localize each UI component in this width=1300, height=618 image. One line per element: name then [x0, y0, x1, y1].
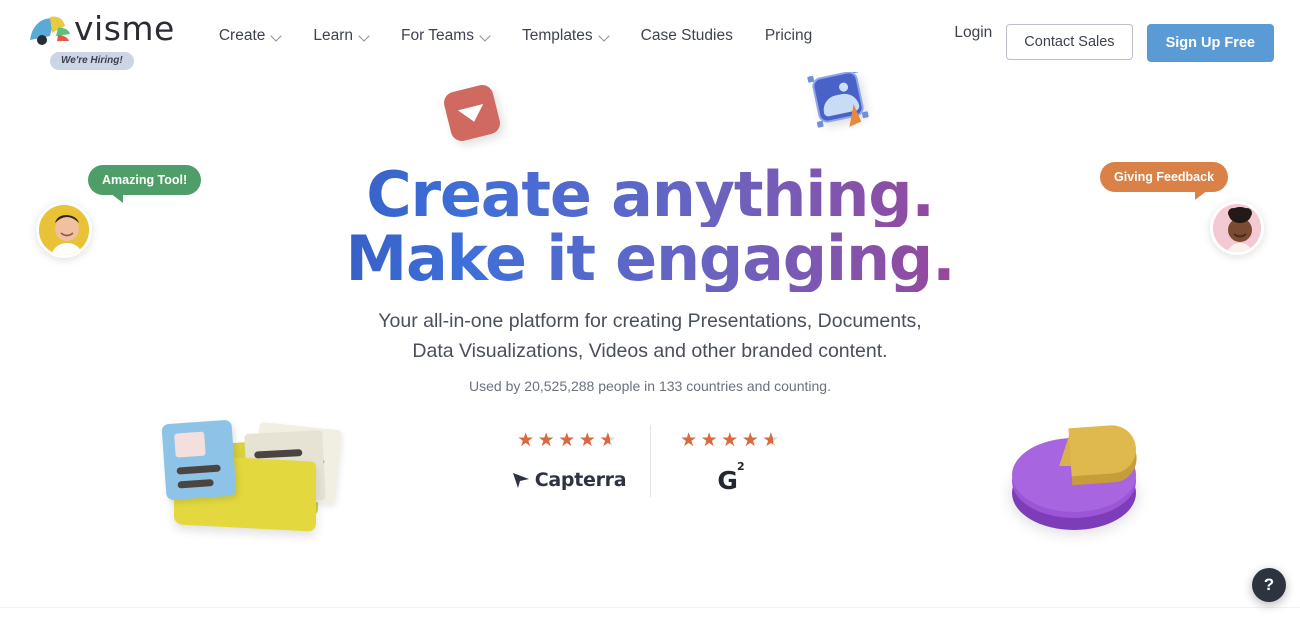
hiring-badge[interactable]: We're Hiring!: [50, 52, 134, 70]
nav-item-for-teams[interactable]: For Teams: [385, 27, 506, 45]
chevron-down-icon: [360, 32, 369, 41]
contact-sales-button[interactable]: Contact Sales: [1006, 24, 1133, 60]
main-nav: Create Learn For Teams Templates Case St…: [203, 0, 828, 72]
subhead-line-1: Your all-in-one platform for creating Pr…: [378, 310, 922, 332]
star-icon: ★: [721, 430, 742, 451]
rating-capterra[interactable]: ★★★★★ Capterra: [494, 429, 644, 493]
hero-subheading: Your all-in-one platform for creating Pr…: [0, 307, 1300, 367]
star-half-icon: ★: [762, 429, 783, 453]
help-question-icon[interactable]: ?: [1252, 568, 1286, 602]
login-link[interactable]: Login: [954, 24, 992, 42]
nav-item-pricing[interactable]: Pricing: [749, 27, 828, 45]
star-icon: ★: [680, 430, 701, 451]
star-icon: ★: [700, 430, 722, 451]
ratings-divider: [649, 425, 651, 497]
star-icon: ★: [741, 430, 763, 451]
nav-label: Create: [218, 27, 266, 44]
g2-superscript: 2: [736, 460, 745, 474]
nav-label: Learn: [313, 27, 354, 44]
star-rating-capterra: ★★★★★: [494, 429, 644, 453]
chevron-down-icon: [600, 32, 609, 41]
nav-item-create[interactable]: Create: [203, 27, 298, 45]
landing-page: visme We're Hiring! Create Learn For Tea…: [0, 0, 1300, 618]
headline-line-2: Make it engaging.: [0, 226, 1300, 291]
star-icon: ★: [537, 430, 559, 451]
star-icon: ★: [558, 430, 579, 451]
capterra-logo-icon: Capterra: [494, 467, 644, 493]
site-header: visme We're Hiring! Create Learn For Tea…: [0, 0, 1300, 72]
nav-label: Pricing: [764, 27, 813, 44]
star-icon: ★: [517, 430, 538, 451]
g2-letter: G: [717, 465, 738, 495]
rating-g2[interactable]: ★★★★★ G2: [657, 429, 807, 495]
header-actions: Login Contact Sales Sign Up Free: [954, 0, 1274, 72]
nav-item-case-studies[interactable]: Case Studies: [625, 27, 749, 45]
nav-item-learn[interactable]: Learn: [297, 27, 385, 45]
star-half-icon: ★: [599, 429, 620, 453]
hero-section: Amazing Tool! Giving Feedback: [0, 0, 1300, 618]
ratings-row: ★★★★★ Capterra ★★★★★ G2: [0, 425, 1300, 497]
nav-label: Templates: [521, 27, 593, 44]
visme-fan-logo-icon: [28, 12, 72, 46]
image-editor-card-icon: [807, 66, 869, 128]
headline-line-1: Create anything.: [0, 162, 1300, 227]
nav-item-templates[interactable]: Templates: [506, 27, 625, 45]
chevron-down-icon: [481, 32, 490, 41]
nav-label: Case Studies: [640, 27, 733, 44]
brand-logo[interactable]: visme We're Hiring!: [28, 9, 175, 70]
video-play-card-icon: [441, 82, 503, 144]
page-title: Create anything. Make it engaging.: [0, 162, 1300, 292]
star-icon: ★: [578, 430, 600, 451]
capterra-label: Capterra: [534, 469, 627, 491]
nav-label: For Teams: [401, 27, 474, 44]
bottom-divider: [0, 607, 1300, 608]
brand-wordmark: visme: [74, 9, 175, 48]
chevron-down-icon: [272, 32, 281, 41]
g2-logo-icon: G2: [657, 460, 807, 495]
used-by-stat: Used by 20,525,288 people in 133 countri…: [469, 378, 831, 394]
star-rating-g2: ★★★★★: [657, 429, 807, 453]
sign-up-free-button[interactable]: Sign Up Free: [1146, 24, 1274, 62]
subhead-line-2: Data Visualizations, Videos and other br…: [412, 339, 888, 362]
